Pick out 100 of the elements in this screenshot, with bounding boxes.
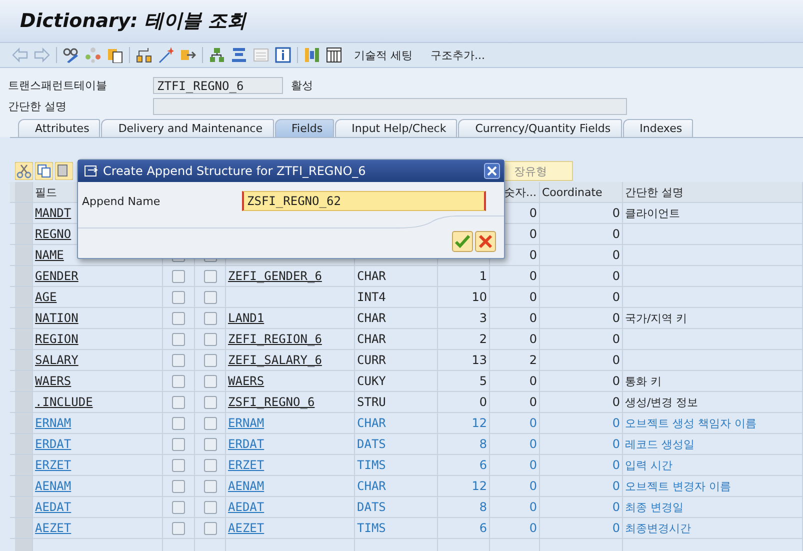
data-element[interactable]: AENAM bbox=[228, 479, 264, 493]
wand-icon[interactable] bbox=[158, 47, 174, 63]
field-name[interactable]: MANDT bbox=[35, 206, 72, 220]
tab[interactable]: Fields bbox=[274, 119, 334, 137]
checkbox[interactable] bbox=[204, 332, 216, 346]
field-name[interactable]: GENDER bbox=[35, 269, 78, 283]
table-cell: 1 bbox=[479, 269, 487, 283]
checkbox[interactable] bbox=[172, 522, 185, 534]
data-element[interactable]: ERNAM bbox=[228, 416, 264, 430]
table-cell: 0 bbox=[529, 500, 537, 514]
scissors-icon[interactable] bbox=[15, 162, 33, 180]
checkbox[interactable] bbox=[172, 416, 185, 430]
forward-arrow-icon[interactable] bbox=[34, 47, 50, 63]
table-cell: 10 bbox=[472, 290, 487, 304]
tab[interactable]: Attributes bbox=[18, 119, 100, 137]
field-name[interactable]: AEZET bbox=[35, 521, 72, 535]
checkbox[interactable] bbox=[204, 500, 216, 514]
check-icon[interactable] bbox=[452, 231, 473, 252]
table-cell: 0 bbox=[612, 500, 620, 514]
checkbox[interactable] bbox=[172, 396, 185, 408]
table-cell: 0 bbox=[529, 479, 537, 493]
data-element[interactable]: ERZET bbox=[228, 458, 264, 472]
back-arrow-icon[interactable] bbox=[12, 47, 28, 63]
data-element[interactable]: ZSFI_REGNO_6 bbox=[228, 395, 315, 409]
checkbox[interactable] bbox=[204, 270, 216, 282]
data-element[interactable]: ZEFI_GENDER_6 bbox=[228, 269, 322, 283]
tab[interactable]: Currency/Quantity Fields bbox=[458, 119, 622, 137]
checkbox[interactable] bbox=[204, 312, 216, 324]
checkbox[interactable] bbox=[172, 290, 185, 304]
input-field[interactable]: ZTFI_REGNO_6 bbox=[153, 76, 283, 94]
checkbox[interactable] bbox=[204, 354, 216, 366]
checkbox[interactable] bbox=[204, 458, 216, 472]
copy-icon[interactable] bbox=[35, 162, 53, 180]
info-icon[interactable] bbox=[275, 47, 291, 63]
table-cell: 0 bbox=[612, 374, 620, 388]
toolbar-button[interactable]: 구조추가... bbox=[424, 48, 491, 62]
tab[interactable]: Delivery and Maintenance bbox=[101, 119, 274, 137]
checkbox[interactable] bbox=[204, 374, 216, 388]
checkbox[interactable] bbox=[204, 416, 216, 430]
tab[interactable]: Indexes bbox=[622, 119, 694, 137]
table-cell: CHAR bbox=[357, 416, 386, 430]
checkbox[interactable] bbox=[172, 374, 185, 388]
data-element[interactable]: ZEFI_SALARY_6 bbox=[228, 353, 322, 367]
table-cell: 0 bbox=[529, 416, 537, 430]
checkbox[interactable] bbox=[172, 270, 185, 282]
checkbox[interactable] bbox=[172, 480, 185, 492]
field-name[interactable]: AENAM bbox=[35, 479, 72, 493]
export-icon[interactable] bbox=[180, 47, 196, 63]
toolbar-button[interactable]: 기술적 세팅 bbox=[348, 48, 418, 62]
checkbox[interactable] bbox=[204, 522, 216, 534]
column-header[interactable]: 간단한 설명 bbox=[623, 182, 803, 202]
checkbox[interactable] bbox=[172, 354, 185, 366]
field-name[interactable]: ERZET bbox=[35, 458, 72, 472]
checkbox[interactable] bbox=[204, 438, 216, 450]
field-name[interactable]: REGION bbox=[35, 332, 78, 346]
glasses-icon[interactable] bbox=[63, 47, 79, 63]
checkbox[interactable] bbox=[172, 458, 185, 472]
field-name[interactable]: ERDAT bbox=[35, 437, 72, 451]
field-name[interactable]: NATION bbox=[35, 311, 78, 325]
column-header[interactable]: Coordinate bbox=[540, 182, 623, 202]
checkbox[interactable] bbox=[172, 312, 185, 324]
list-icon[interactable] bbox=[253, 47, 269, 63]
field-name[interactable]: WAERS bbox=[35, 374, 72, 388]
data-element[interactable]: ZEFI_REGION_6 bbox=[228, 332, 322, 346]
tree-icon[interactable] bbox=[209, 47, 225, 63]
data-element[interactable]: AEZET bbox=[228, 521, 264, 535]
table-cell: 0 bbox=[612, 227, 620, 241]
table-cell: 0 bbox=[529, 374, 537, 388]
checkbox[interactable] bbox=[204, 290, 216, 304]
hierarchy-icon[interactable] bbox=[136, 47, 152, 63]
field-name[interactable]: NAME bbox=[35, 248, 64, 262]
tab[interactable]: Input Help/Check bbox=[334, 119, 458, 137]
paste-icon[interactable] bbox=[55, 162, 73, 180]
checkbox[interactable] bbox=[172, 438, 185, 450]
table-cell: 0 bbox=[529, 311, 537, 325]
close-icon[interactable] bbox=[484, 163, 500, 179]
table-cell: 8 bbox=[479, 500, 487, 514]
field-name[interactable]: AGE bbox=[35, 290, 57, 304]
stack-icon[interactable] bbox=[231, 47, 247, 63]
cancel-icon[interactable] bbox=[475, 231, 496, 252]
data-element[interactable]: WAERS bbox=[228, 374, 264, 388]
clipboard-icon[interactable] bbox=[107, 47, 123, 63]
field-name[interactable]: SALARY bbox=[35, 353, 78, 367]
field-name[interactable]: ERNAM bbox=[35, 416, 72, 430]
checkbox[interactable] bbox=[204, 480, 216, 492]
data-element[interactable]: ERDAT bbox=[228, 437, 264, 451]
input-field[interactable]: ZSFI_REGNO_62 bbox=[242, 191, 486, 211]
field-name[interactable]: REGNO bbox=[35, 227, 72, 241]
field-label: 간단한 설명 bbox=[8, 98, 68, 114]
grid-icon[interactable] bbox=[326, 47, 342, 63]
input-field[interactable] bbox=[153, 98, 627, 114]
circle-dots-icon[interactable] bbox=[85, 47, 101, 63]
data-element[interactable]: LAND1 bbox=[228, 311, 264, 325]
columns-icon[interactable] bbox=[304, 47, 320, 63]
checkbox[interactable] bbox=[172, 332, 185, 346]
field-name[interactable]: .INCLUDE bbox=[35, 395, 93, 409]
checkbox[interactable] bbox=[204, 396, 216, 408]
checkbox[interactable] bbox=[172, 500, 185, 514]
data-element[interactable]: AEDAT bbox=[228, 500, 264, 514]
field-name[interactable]: AEDAT bbox=[35, 500, 72, 514]
